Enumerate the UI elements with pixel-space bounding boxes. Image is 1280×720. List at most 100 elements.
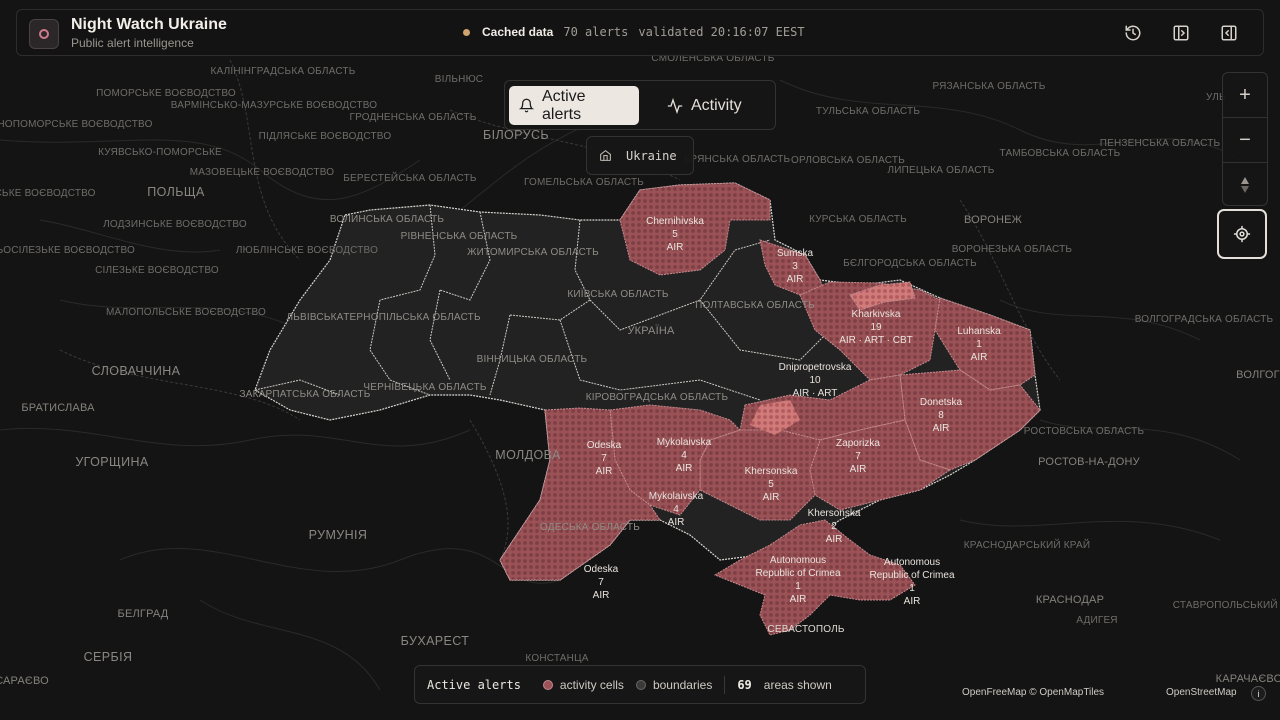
locate-button[interactable]: [1217, 209, 1267, 259]
svg-text:СЕРБІЯ: СЕРБІЯ: [84, 650, 133, 664]
svg-text:СЕВАСТОПОЛЬ: СЕВАСТОПОЛЬ: [767, 624, 844, 635]
svg-text:AIR: AIR: [596, 466, 613, 477]
tab-activity-label: Activity: [691, 96, 742, 114]
activity-pulse-icon: [667, 97, 683, 114]
bell-icon: [519, 98, 534, 113]
tab-active-alerts-label: Active alerts: [541, 87, 586, 123]
zoom-controls: + −: [1222, 72, 1268, 206]
zoom-out-button[interactable]: −: [1223, 118, 1267, 162]
svg-text:ВОЛИНСЬКА ОБЛАСТЬ: ВОЛИНСЬКА ОБЛАСТЬ: [330, 214, 445, 225]
svg-text:ОДЕСЬКА ОБЛАСТЬ: ОДЕСЬКА ОБЛАСТЬ: [540, 522, 640, 533]
svg-text:ВІННИЦЬКА ОБЛАСТЬ: ВІННИЦЬКА ОБЛАСТЬ: [477, 354, 588, 365]
map-attribution[interactable]: OpenFreeMap © OpenMapTiles: [962, 687, 1104, 698]
svg-text:AIR: AIR: [667, 242, 684, 253]
svg-text:ВАРМІНСЬКО-МАЗУРСЬКЕ ВОЄВОДСТВ: ВАРМІНСЬКО-МАЗУРСЬКЕ ВОЄВОДСТВО: [171, 100, 378, 111]
map-legend: Active alerts activity cells boundaries …: [414, 665, 866, 704]
crosshair-icon: [1233, 225, 1251, 243]
svg-text:ПОЛЬЩА: ПОЛЬЩА: [147, 185, 205, 199]
areas-count-label: areas shown: [763, 677, 832, 692]
tab-activity[interactable]: Activity: [657, 86, 771, 125]
svg-text:КАЛІНІНГРАДСЬКА ОБЛАСТЬ: КАЛІНІНГРАДСЬКА ОБЛАСТЬ: [210, 66, 355, 77]
svg-text:КОНСТАНЦА: КОНСТАНЦА: [525, 653, 588, 664]
svg-text:УГОРЩИНА: УГОРЩИНА: [75, 455, 149, 469]
history-button[interactable]: [1119, 19, 1147, 47]
svg-text:ЧЕРНІВЕЦЬКА ОБЛАСТЬ: ЧЕРНІВЕЦЬКА ОБЛАСТЬ: [363, 382, 487, 393]
breadcrumb[interactable]: Ukraine: [586, 136, 694, 175]
logo-ring-icon: [39, 29, 49, 39]
svg-text:КАРАЧАЄВО: КАРАЧАЄВО: [1216, 673, 1280, 685]
svg-text:БЄЛГОРОДСЬКА ОБЛАСТЬ: БЄЛГОРОДСЬКА ОБЛАСТЬ: [843, 258, 977, 269]
svg-text:БРЯНСЬКА ОБЛАСТЬ: БРЯНСЬКА ОБЛАСТЬ: [684, 154, 791, 165]
svg-text:ВОЛГОГ: ВОЛГОГ: [1236, 369, 1280, 381]
svg-text:ТЕРНОПІЛЬСЬКА ОБЛАСТЬ: ТЕРНОПІЛЬСЬКА ОБЛАСТЬ: [343, 312, 481, 323]
svg-text:7: 7: [855, 451, 861, 462]
svg-text:КИЇВСЬКА ОБЛАСТЬ: КИЇВСЬКА ОБЛАСТЬ: [567, 288, 669, 300]
home-icon: [600, 149, 611, 161]
svg-text:Kharkivska: Kharkivska: [852, 309, 901, 320]
svg-text:ТУЛЬСЬКА ОБЛАСТЬ: ТУЛЬСЬКА ОБЛАСТЬ: [816, 106, 920, 117]
panel-right-icon: [1173, 25, 1189, 41]
svg-text:ВОРОНЕЗЬКА ОБЛАСТЬ: ВОРОНЕЗЬКА ОБЛАСТЬ: [952, 244, 1073, 255]
svg-text:AIR: AIR: [904, 596, 921, 607]
tab-active-alerts[interactable]: Active alerts: [509, 86, 639, 125]
legend-cells-label: activity cells: [559, 677, 624, 692]
svg-text:МАЛОПОЛЬСЬКЕ ВОЄВОДСТВО: МАЛОПОЛЬСЬКЕ ВОЄВОДСТВО: [106, 307, 266, 318]
svg-text:САРАЄВО: САРАЄВО: [0, 675, 49, 687]
svg-text:AIR: AIR: [763, 492, 780, 503]
svg-text:Sumska: Sumska: [777, 248, 814, 259]
svg-text:5: 5: [672, 229, 678, 240]
svg-text:4: 4: [673, 504, 679, 515]
svg-text:AIR: AIR: [668, 517, 685, 528]
compass-button[interactable]: [1223, 163, 1267, 207]
svg-text:МАЗОВЕЦЬКЕ ВОЄВОДСТВО: МАЗОВЕЦЬКЕ ВОЄВОДСТВО: [190, 167, 334, 178]
svg-text:СТАВРОПОЛЬСЬКИЙ КРАЙ: СТАВРОПОЛЬСЬКИЙ КРАЙ: [1173, 598, 1280, 611]
svg-text:СЛОВАЧЧИНА: СЛОВАЧЧИНА: [92, 364, 181, 378]
svg-text:AIR: AIR: [933, 423, 950, 434]
svg-text:ВІЛЬНЮС: ВІЛЬНЮС: [435, 74, 483, 85]
svg-text:ЛЬВІВСЬКА: ЛЬВІВСЬКА: [287, 312, 344, 323]
svg-text:ВОРОНЕЖ: ВОРОНЕЖ: [964, 214, 1022, 226]
svg-text:РУМУНІЯ: РУМУНІЯ: [309, 528, 368, 542]
panel-right-button[interactable]: [1167, 19, 1195, 47]
svg-text:2: 2: [831, 521, 837, 532]
svg-text:ПОМОРСЬКЕ ВОЄВОДСТВО: ПОМОРСЬКЕ ВОЄВОДСТВО: [96, 88, 236, 99]
crimea-line-1: Autonomous: [770, 555, 826, 566]
svg-text:Khersonska: Khersonska: [745, 466, 798, 477]
svg-text:КУРСЬКА ОБЛАСТЬ: КУРСЬКА ОБЛАСТЬ: [809, 214, 907, 225]
crimea-line-2: Republic of Crimea: [755, 568, 840, 579]
svg-text:РОСТОВ-НА-ДОНУ: РОСТОВ-НА-ДОНУ: [1038, 456, 1141, 468]
svg-text:AIR · ART: AIR · ART: [793, 388, 838, 399]
svg-text:1: 1: [795, 581, 801, 592]
svg-text:КУЯВСЬКО-ПОМОРСЬКЕ: КУЯВСЬКО-ПОМОРСЬКЕ: [98, 147, 222, 158]
svg-text:БРАТИСЛАВА: БРАТИСЛАВА: [21, 402, 95, 414]
svg-text:1: 1: [909, 583, 915, 594]
panel-left-button[interactable]: [1215, 19, 1243, 47]
svg-text:БЕРЕСТЕЙСЬКА ОБЛАСТЬ: БЕРЕСТЕЙСЬКА ОБЛАСТЬ: [343, 171, 477, 184]
svg-text:РОСТОВСЬКА ОБЛАСТЬ: РОСТОВСЬКА ОБЛАСТЬ: [1024, 426, 1145, 437]
osm-attribution[interactable]: OpenStreetMap: [1166, 687, 1237, 698]
svg-text:ЛЮБЛІНСЬКЕ ВОЄВОДСТВО: ЛЮБЛІНСЬКЕ ВОЄВОДСТВО: [236, 245, 378, 256]
legend-title: Active alerts: [427, 677, 521, 692]
zoom-in-button[interactable]: +: [1223, 73, 1267, 117]
svg-text:AIR: AIR: [826, 534, 843, 545]
alert-count: 70 alerts: [563, 25, 629, 39]
svg-text:1: 1: [976, 339, 982, 350]
svg-text:8: 8: [938, 410, 944, 421]
svg-text:РЯЗАНСЬКА ОБЛАСТЬ: РЯЗАНСЬКА ОБЛАСТЬ: [933, 81, 1046, 92]
svg-text:AIR: AIR: [790, 594, 807, 605]
svg-text:Chernihivska: Chernihivska: [646, 216, 704, 227]
svg-text:Mykolaivska: Mykolaivska: [649, 491, 704, 502]
svg-text:AIR · ART · CBT: AIR · ART · CBT: [839, 335, 913, 346]
svg-text:AIR: AIR: [971, 352, 988, 363]
app-title: Night Watch Ukraine: [71, 16, 227, 33]
svg-text:ПЕНЗЕНСЬКА ОБЛАСТЬ: ПЕНЗЕНСЬКА ОБЛАСТЬ: [1100, 138, 1221, 149]
svg-text:Khersonska: Khersonska: [808, 508, 861, 519]
panel-left-icon: [1221, 25, 1237, 41]
boundaries-swatch: [635, 679, 646, 690]
info-icon[interactable]: i: [1251, 686, 1266, 701]
svg-text:Odeska: Odeska: [584, 564, 619, 575]
svg-text:БЕЛГРАД: БЕЛГРАД: [118, 608, 169, 620]
svg-text:4: 4: [681, 450, 687, 461]
svg-text:AIR: AIR: [787, 274, 804, 285]
svg-text:Donetska: Donetska: [920, 397, 963, 408]
